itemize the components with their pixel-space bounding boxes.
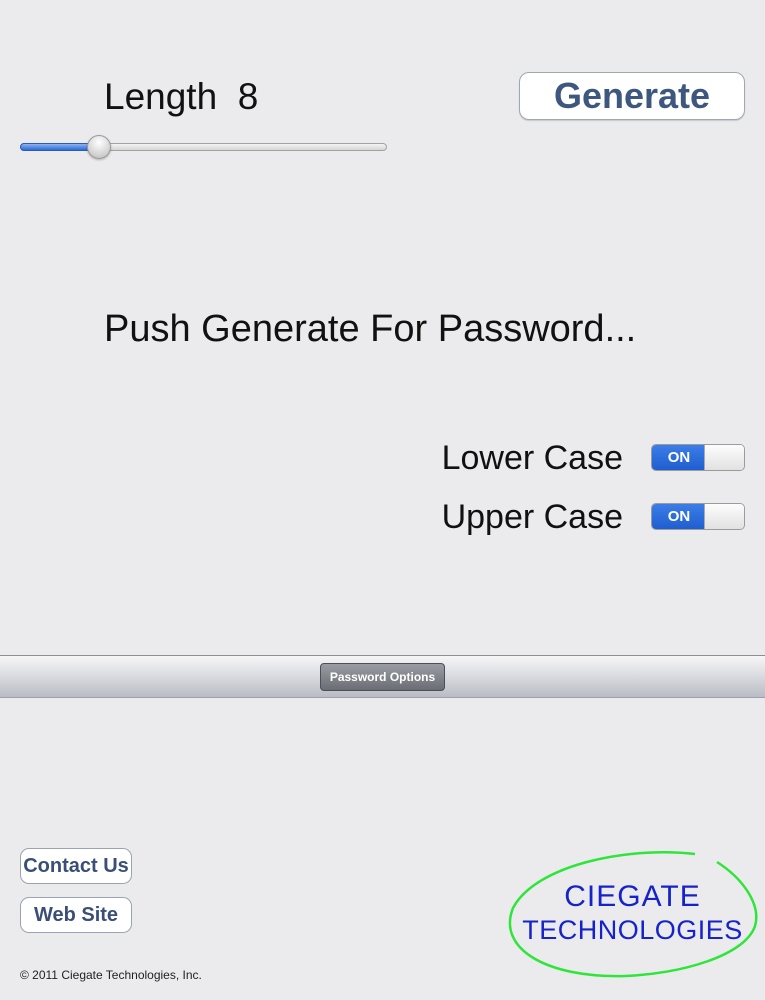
copyright-text: © 2011 Ciegate Technologies, Inc. [20, 968, 202, 982]
slider-thumb[interactable] [87, 135, 112, 159]
logo-line-2: TECHNOLOGIES [522, 915, 743, 945]
upper-case-toggle[interactable]: ON [651, 503, 745, 530]
lower-case-toggle-knob [704, 445, 744, 470]
upper-case-label: Upper Case [441, 498, 623, 536]
lower-case-toggle[interactable]: ON [651, 444, 745, 471]
generate-button[interactable]: Generate [519, 72, 745, 120]
lower-case-toggle-state: ON [652, 445, 707, 470]
logo-line-1: CIEGATE [564, 880, 701, 913]
length-label: Length 8 [104, 76, 258, 118]
contact-us-button[interactable]: Contact Us [20, 848, 132, 884]
lower-case-label: Lower Case [441, 439, 623, 477]
length-slider[interactable] [20, 134, 387, 160]
length-value: 8 [237, 76, 259, 117]
password-options-button[interactable]: Password Options [320, 663, 445, 691]
upper-case-toggle-knob [704, 504, 744, 529]
password-output: Push Generate For Password... [104, 308, 637, 350]
ciegate-logo: CIEGATE TECHNOLOGIES [505, 848, 760, 983]
upper-case-toggle-state: ON [652, 504, 707, 529]
web-site-button[interactable]: Web Site [20, 897, 132, 933]
length-label-text: Length [104, 76, 218, 117]
